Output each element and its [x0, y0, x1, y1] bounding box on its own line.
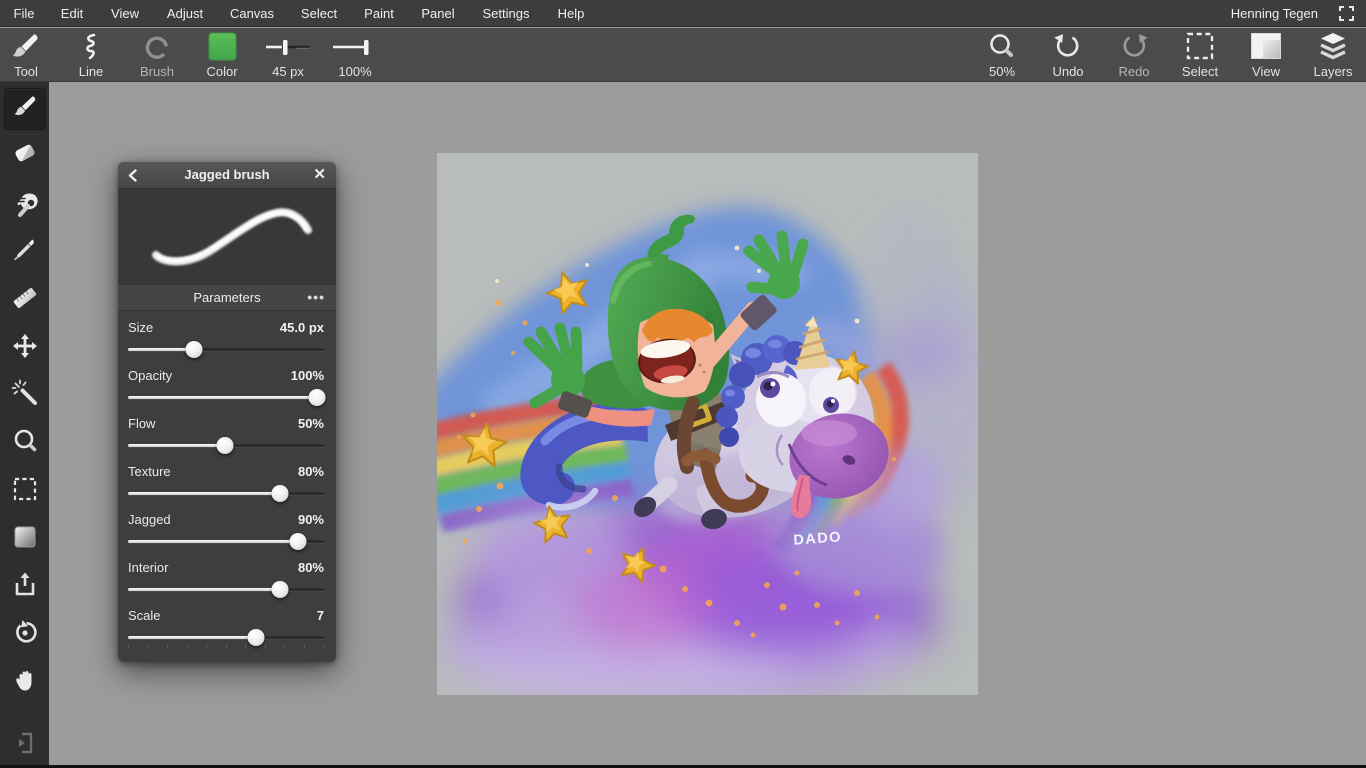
svg-text:DADO: DADO — [793, 529, 843, 548]
